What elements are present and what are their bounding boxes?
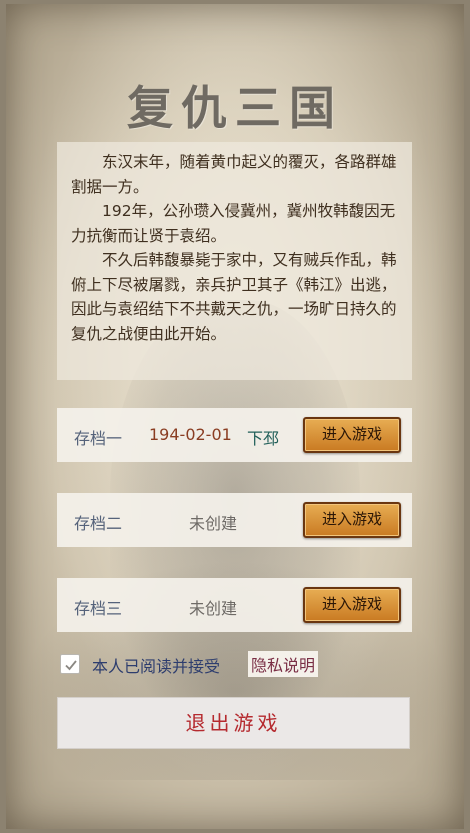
save-slot-1: 存档一 194-02-01 下邳 进入游戏 [57,408,412,462]
save-slot-date: 194-02-01 [149,425,232,444]
story-paragraph: 东汉末年，随着黄巾起义的覆灭，各路群雄割据一方。 [71,153,397,196]
privacy-policy-link[interactable]: 隐私说明 [248,651,319,677]
enter-game-button-2[interactable]: 进入游戏 [303,502,401,538]
save-slot-label: 存档一 [74,429,123,448]
save-slot-label: 存档二 [74,514,123,533]
save-slot-3: 存档三 未创建 进入游戏 [57,578,412,632]
enter-game-button-1[interactable]: 进入游戏 [303,417,401,453]
story-panel: 东汉末年，随着黄巾起义的覆灭，各路群雄割据一方。 192年，公孙瓒入侵冀州，冀州… [57,142,412,380]
save-slot-2: 存档二 未创建 进入游戏 [57,493,412,547]
save-slot-city: 下邳 [247,429,280,448]
save-slot-label: 存档三 [74,599,123,618]
exit-game-button[interactable]: 退出游戏 [57,697,410,749]
story-paragraph: 192年，公孙瓒入侵冀州，冀州牧韩馥因无力抗衡而让贤于袁绍。 [71,202,396,245]
checkmark-icon [65,660,77,671]
enter-game-button-3[interactable]: 进入游戏 [303,587,401,623]
agree-checkbox[interactable] [60,654,80,674]
save-slot-status: 未创建 [189,514,238,533]
story-paragraph: 不久后韩馥暴毙于家中，又有贼兵作乱，韩俯上下尽被屠戮，亲兵护卫其子《韩江》出逃，… [71,251,397,343]
agreement-text: 本人已阅读并接受 [92,657,221,676]
save-slot-status: 未创建 [189,599,238,618]
game-title: 复仇三国 [127,81,343,135]
